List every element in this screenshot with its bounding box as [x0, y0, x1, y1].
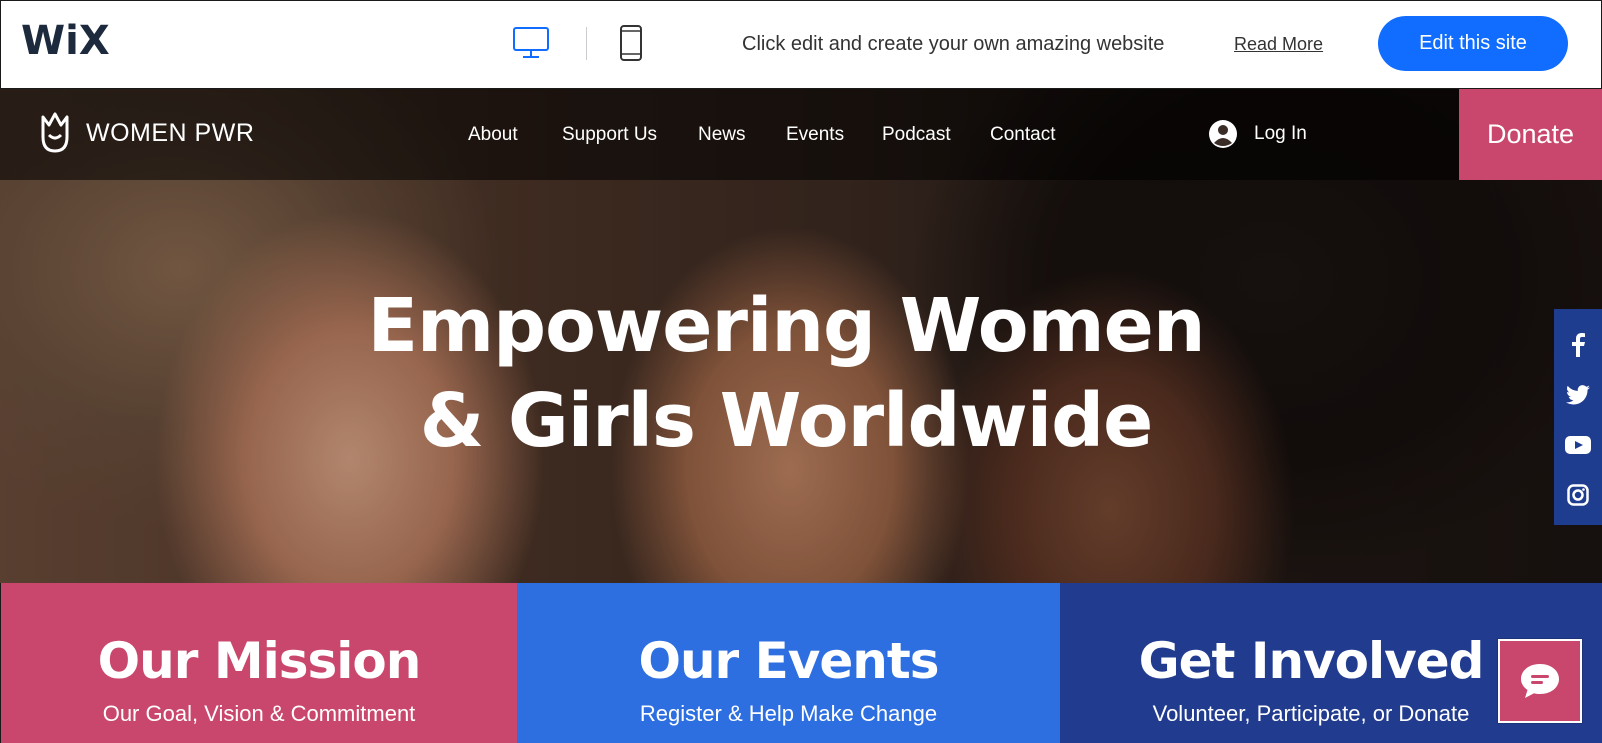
wix-logo[interactable]: WiX [21, 21, 110, 61]
login-button[interactable]: Log In [1208, 119, 1307, 149]
wix-top-bar: WiX Click edit and create your own amazi… [0, 0, 1602, 89]
wix-promo-message: Click edit and create your own amazing w… [742, 33, 1165, 55]
donate-button[interactable]: Donate [1459, 89, 1602, 180]
card-our-events[interactable]: Our Events Register & Help Make Change [517, 583, 1060, 743]
user-avatar-icon [1209, 120, 1237, 148]
instagram-icon[interactable] [1554, 475, 1602, 515]
nav-news[interactable]: News [698, 124, 746, 146]
youtube-icon[interactable] [1554, 425, 1602, 465]
site-header: WOMEN PWR About Support Us News Events P… [0, 89, 1602, 180]
mobile-view-icon[interactable] [611, 23, 651, 63]
crown-flower-icon [41, 112, 69, 153]
card-subtitle: Our Goal, Vision & Commitment [102, 701, 416, 726]
login-label: Log In [1254, 123, 1307, 144]
nav-contact[interactable]: Contact [990, 124, 1055, 146]
card-subtitle: Register & Help Make Change [639, 701, 938, 726]
twitter-icon[interactable] [1554, 375, 1602, 415]
chat-button[interactable] [1498, 639, 1582, 723]
nav-about[interactable]: About [468, 124, 518, 146]
desktop-view-icon[interactable] [511, 23, 551, 63]
headline-line-2: & Girls Worldwide [419, 378, 1154, 464]
nav-podcast[interactable]: Podcast [882, 124, 951, 146]
facebook-icon[interactable] [1554, 325, 1602, 365]
card-title: Our Events [638, 632, 939, 690]
device-divider [586, 27, 587, 60]
hero-section: WOMEN PWR About Support Us News Events P… [0, 89, 1602, 583]
hero-headline: Empowering Women & Girls Worldwide [0, 279, 1572, 469]
edit-this-site-button[interactable]: Edit this site [1378, 16, 1568, 71]
nav-support-us[interactable]: Support Us [562, 124, 657, 146]
read-more-link[interactable]: Read More [1234, 32, 1323, 56]
social-bar [1554, 309, 1602, 525]
card-our-mission[interactable]: Our Mission Our Goal, Vision & Commitmen… [0, 583, 517, 743]
card-title: Our Mission [97, 632, 422, 690]
nav-events[interactable]: Events [786, 124, 844, 146]
brand-name: WOMEN PWR [86, 118, 255, 147]
chat-bubble-icon [1521, 664, 1559, 698]
brand-logo[interactable]: WOMEN PWR [38, 111, 254, 155]
headline-line-1: Empowering Women [367, 283, 1205, 369]
